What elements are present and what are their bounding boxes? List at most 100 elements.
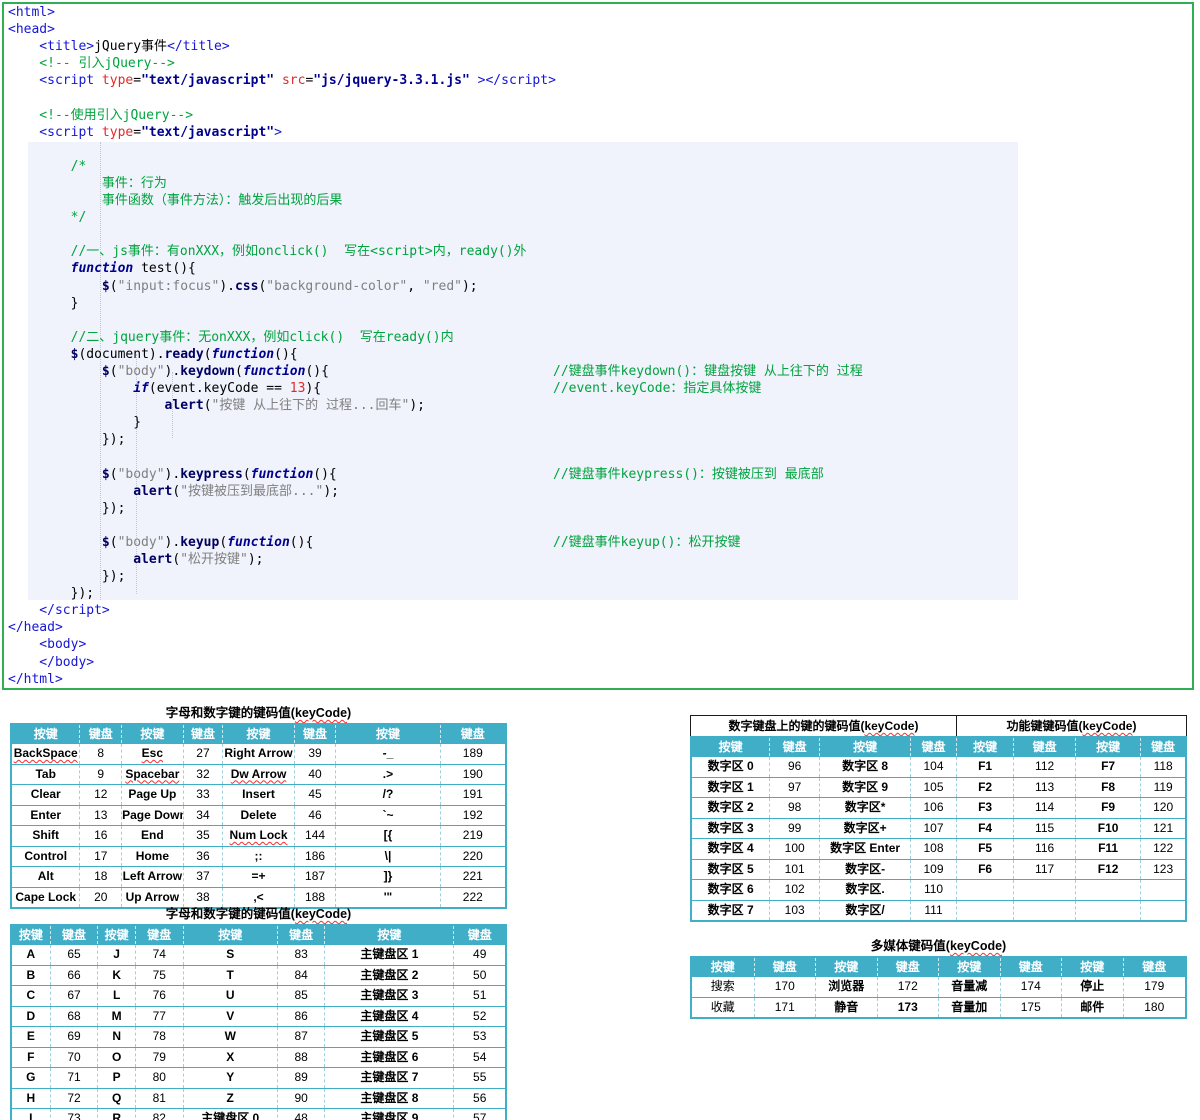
cell-text: 103 — [785, 903, 805, 917]
cell-text: \| — [385, 849, 392, 863]
table-cell: 174 — [1000, 977, 1062, 997]
table-cell: '" — [335, 888, 439, 908]
code-token: ); — [462, 279, 478, 294]
cell-text: 172 — [898, 979, 918, 993]
column-header-text: 按键 — [140, 727, 164, 741]
cell-text: Up Arrow — [126, 890, 180, 904]
table-cell: 67 — [50, 986, 98, 1006]
table-cell: 数字区 3 — [692, 819, 769, 839]
table-row: 数字区 197数字区 9105F2113F8119 — [692, 777, 1185, 798]
column-header: 键盘 — [50, 926, 98, 944]
table-row: Cape Lock20Up Arrow38,<188'"222 — [12, 887, 505, 908]
column-header: 键盘 — [1140, 738, 1185, 756]
cell-text: Cape Lock — [15, 890, 76, 904]
cell-text: 79 — [153, 1050, 166, 1064]
cell-text: 20 — [94, 890, 107, 904]
table-cell: 65 — [50, 945, 98, 965]
table-cell: 108 — [910, 839, 956, 859]
table-cell: 122 — [1140, 839, 1185, 859]
table-cell: 数字区. — [819, 880, 910, 900]
code-token: keydown — [180, 364, 235, 379]
table-cell: Home — [121, 847, 183, 867]
table-row: F70O79X88主键盘区 654 — [12, 1047, 505, 1068]
cell-text: H — [27, 1091, 36, 1105]
code-token: src — [282, 73, 305, 88]
table-header-row: 按键键盘按键键盘按键键盘按键键盘 — [12, 725, 505, 743]
cell-text: 97 — [788, 780, 801, 794]
table-cell: Delete — [222, 806, 293, 826]
table-cell: F — [12, 1048, 50, 1068]
code-token: = — [133, 73, 141, 88]
cell-text: 186 — [305, 849, 325, 863]
table-cell: 57 — [453, 1109, 505, 1120]
code-comment: //二、jquery事件：无onXXX，例如click() 写在ready()内 — [8, 330, 454, 345]
table-cell: 120 — [1140, 798, 1185, 818]
cell-text: 8 — [97, 746, 104, 760]
cell-text: Page Up — [128, 787, 176, 801]
code-line: }); — [8, 585, 1188, 602]
table-cell: E — [12, 1027, 50, 1047]
code-token: <body> — [8, 637, 86, 652]
code-comment: //event.keyCode：指定具体按键 — [553, 380, 761, 397]
code-comment: 事件：行为 — [8, 176, 167, 191]
column-header-text: 按键 — [973, 740, 997, 754]
code-token: ). — [219, 279, 235, 294]
cell-text: 数字区/ — [845, 903, 884, 917]
table-title-text: ) — [1002, 939, 1006, 953]
cell-text: 87 — [294, 1029, 307, 1043]
cell-text: 89 — [294, 1070, 307, 1084]
table-cell: Tab — [12, 765, 79, 785]
table-cell: R — [97, 1109, 135, 1120]
column-header: 按键 — [324, 926, 453, 944]
code-line: function test(){ — [8, 260, 1188, 277]
code-token: alert — [165, 398, 204, 413]
cell-text: 119 — [1154, 780, 1173, 794]
cell-text: 52 — [473, 1009, 486, 1023]
cell-text: 数字区 7 — [708, 903, 754, 917]
table-cell: Dw Arrow — [222, 765, 293, 785]
cell-text: 32 — [196, 767, 209, 781]
code-line: <script type="text/javascript"> — [8, 124, 1188, 141]
code-token: 13 — [290, 381, 306, 396]
code-token: </head> — [8, 620, 63, 635]
cell-text: 110 — [924, 882, 943, 896]
keycode-table-numpad-function: 数字键盘上的键的键码值(keyCode)功能键键码值(keyCode)按键键盘按… — [690, 715, 1187, 922]
cell-text: 38 — [196, 890, 209, 904]
cell-text: Enter — [30, 808, 61, 822]
cell-text: 39 — [308, 746, 321, 760]
cell-text: 69 — [67, 1029, 80, 1043]
table-cell: 数字区 5 — [692, 860, 769, 880]
table-cell: O — [97, 1048, 135, 1068]
table-cell: 222 — [440, 888, 505, 908]
code-token: ( — [243, 467, 251, 482]
code-line: alert("按键 从上往下的 过程...回车"); — [8, 397, 1188, 414]
code-line: }); — [8, 431, 1188, 448]
code-token — [8, 535, 102, 550]
table-cell: 110 — [910, 880, 956, 900]
table-cell: Shift — [12, 826, 79, 846]
cell-text: 40 — [308, 767, 321, 781]
cell-text: Left Arrow — [123, 869, 183, 883]
column-header: 键盘 — [277, 926, 325, 944]
table-cell: M — [97, 1007, 135, 1027]
table-cell: 175 — [1000, 998, 1062, 1018]
table-cell: 主键盘区 8 — [324, 1089, 453, 1109]
cell-text: 222 — [463, 890, 483, 904]
table-cell: 45 — [294, 785, 336, 805]
column-header: 键盘 — [1013, 738, 1075, 756]
cell-text: 114 — [1035, 800, 1054, 814]
table-cell: 115 — [1013, 819, 1075, 839]
column-header-text: 键盘 — [922, 740, 946, 754]
cell-text: 111 — [924, 903, 942, 917]
cell-text: 57 — [473, 1111, 486, 1120]
table-cell: 186 — [294, 847, 336, 867]
table-row: A65J74S83主键盘区 149 — [12, 944, 505, 965]
keycode-table-multimedia: 多媒体键码值(keyCode)按键键盘按键键盘按键键盘按键键盘搜索170浏览器1… — [690, 938, 1187, 1019]
table-cell: 主键盘区 3 — [324, 986, 453, 1006]
table-row: 收藏171静音173音量加175邮件180 — [692, 997, 1185, 1018]
table-cell: 39 — [294, 744, 336, 764]
table-cell: Y — [183, 1068, 277, 1088]
table-cell: 121 — [1140, 819, 1185, 839]
cell-text: C — [27, 988, 36, 1002]
table-title-text: 字母和数字键的键码值( — [166, 706, 295, 720]
